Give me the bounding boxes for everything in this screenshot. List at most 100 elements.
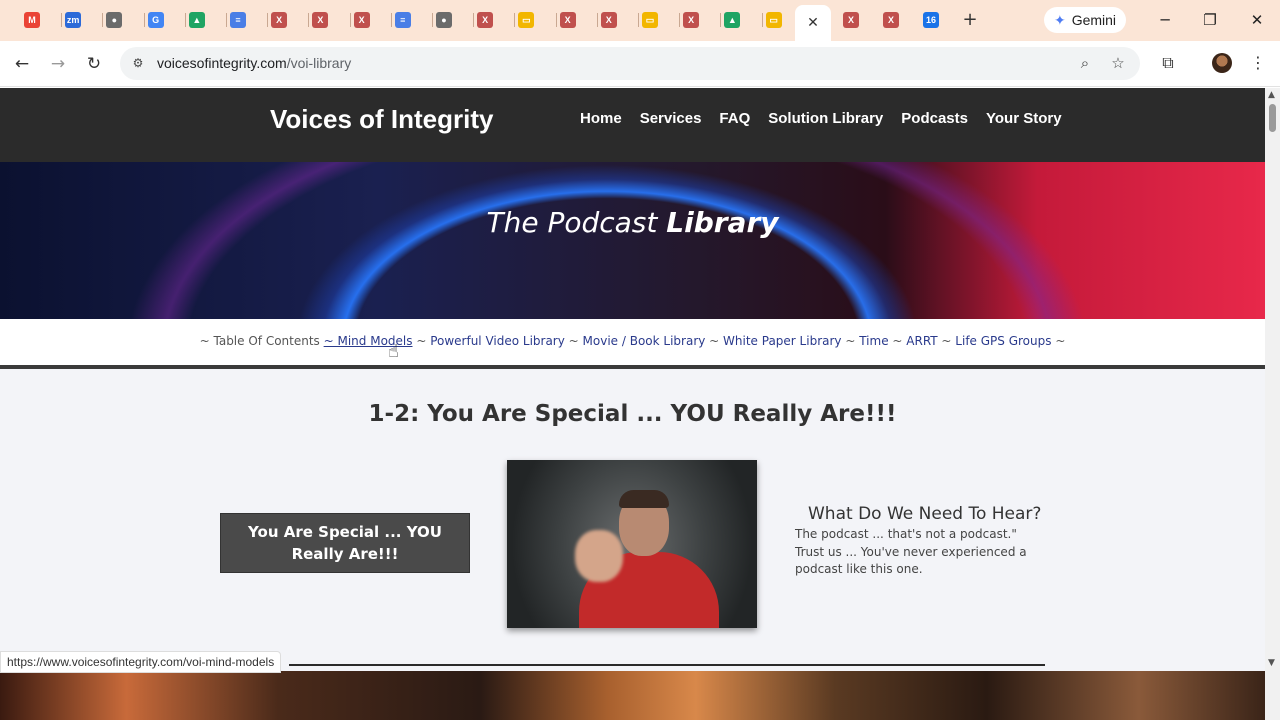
nav-link-solution-library[interactable]: Solution Library	[768, 110, 883, 127]
profile-avatar[interactable]	[1212, 53, 1232, 73]
browser-tab[interactable]: 16	[920, 8, 942, 32]
gemini-button[interactable]: ✦ Gemini	[1044, 7, 1126, 33]
tab-strip: Mzm ● G ▲ ≡ X X X ≡ ● X ▭ X X ▭ X ▲ ▭ ✕ X X 16 + ✦ Gemini ─…	[0, 0, 1280, 41]
browser-tab[interactable]: ▭	[763, 8, 785, 32]
address-bar[interactable]: ⚙ voicesofintegrity.com/voi-library ⌕ ☆	[120, 47, 1140, 80]
tab-separator	[308, 13, 310, 27]
url-text[interactable]: voicesofintegrity.com/voi-library	[157, 55, 351, 71]
toc-link[interactable]: Powerful Video Library	[430, 334, 565, 348]
site-settings-icon[interactable]: ⚙	[130, 55, 146, 71]
table-of-contents: ~ Table Of Contents ~ Mind Models ~ Powe…	[199, 334, 1066, 348]
toc-link[interactable]: Time	[859, 334, 888, 348]
xmind-icon: X	[600, 12, 617, 28]
xmind-icon: X	[353, 12, 370, 28]
browser-tab[interactable]: G	[145, 8, 167, 32]
docs-icon: ≡	[394, 12, 411, 28]
scroll-up-icon[interactable]: ▲	[1268, 90, 1275, 100]
nav-link-faq[interactable]: FAQ	[719, 110, 750, 127]
google-icon: G	[147, 12, 164, 28]
forward-button[interactable]: →	[46, 52, 70, 76]
xmind-icon: X	[843, 12, 859, 28]
browser-tab[interactable]: X	[309, 8, 331, 32]
site-logo[interactable]: Voices of Integrity	[270, 104, 493, 135]
browser-tab[interactable]: X	[880, 8, 902, 32]
tab-separator	[638, 13, 639, 27]
episode-button[interactable]: You Are Special ... YOU Really Are!!!	[220, 513, 470, 573]
browser-tab[interactable]: X	[680, 8, 702, 32]
toc-suffix: ~	[1051, 334, 1066, 348]
side-description: The podcast ... that's not a podcast." T…	[795, 527, 1027, 576]
browser-tab[interactable]: X	[598, 8, 620, 32]
scrollbar-thumb[interactable]	[1269, 104, 1276, 132]
browser-tab[interactable]: ●	[103, 8, 125, 32]
browser-tab[interactable]: ≡	[227, 8, 249, 32]
nav-link-home[interactable]: Home	[580, 110, 622, 127]
new-tab-button[interactable]: +	[960, 10, 980, 30]
tab-search-icon[interactable]: ⧉	[1157, 53, 1179, 73]
episode-photo[interactable]	[507, 460, 757, 628]
scroll-down-icon[interactable]: ▼	[1268, 658, 1275, 668]
page-scrollbar[interactable]: ▲ ▼	[1265, 88, 1280, 720]
toc-link[interactable]: ~ Mind Models	[324, 334, 413, 348]
xmind-icon: X	[883, 12, 899, 28]
toc-bar: ~ Table Of Contents ~ Mind Models ~ Powe…	[0, 319, 1265, 369]
nav-link-your-story[interactable]: Your Story	[986, 110, 1062, 127]
browser-tab[interactable]: ●	[433, 8, 455, 32]
browser-tab[interactable]: ≡	[392, 8, 414, 32]
toc-link[interactable]: Life GPS Groups	[955, 334, 1051, 348]
site-header: Voices of Integrity Home Services FAQ Solut…	[0, 88, 1265, 162]
restore-button[interactable]: ❐	[1198, 10, 1222, 30]
back-button[interactable]: ←	[10, 52, 34, 76]
slides-icon: ▭	[765, 12, 782, 28]
tab-separator	[226, 13, 227, 27]
browser-tab[interactable]: ▲	[186, 8, 208, 32]
tab-separator	[514, 13, 516, 27]
tab-separator	[761, 13, 763, 27]
xmind-icon: X	[683, 12, 700, 28]
globe-icon: ●	[106, 12, 123, 28]
tab-separator	[432, 13, 433, 27]
browser-tab[interactable]: X	[474, 8, 496, 32]
link-status-bar: https://www.voicesofintegrity.com/voi-mi…	[0, 651, 282, 673]
menu-icon[interactable]: ⋮	[1247, 53, 1269, 72]
xmind-icon: X	[271, 12, 288, 28]
close-tab-icon[interactable]: ✕	[807, 15, 819, 31]
browser-tab[interactable]: zm	[62, 8, 84, 32]
zoom-icon[interactable]: ⌕	[1075, 54, 1095, 72]
toc-link[interactable]: ARRT	[906, 334, 937, 348]
nav-link-podcasts[interactable]: Podcasts	[901, 110, 968, 127]
close-window-button[interactable]: ✕	[1245, 10, 1269, 30]
tab-separator	[473, 13, 475, 27]
photo-hair	[619, 490, 669, 508]
browser-tab[interactable]: X	[268, 8, 290, 32]
zoom-icon: zm	[65, 12, 82, 28]
browser-toolbar: ← → ↻ ⚙ voicesofintegrity.com/voi-librar…	[0, 41, 1280, 87]
nav-link-services[interactable]: Services	[640, 110, 702, 127]
tab-separator	[596, 13, 598, 27]
tab-separator	[143, 13, 145, 27]
active-tab[interactable]: ✕	[795, 5, 831, 41]
minimize-button[interactable]: ─	[1153, 10, 1177, 30]
browser-tab[interactable]: M	[21, 8, 43, 32]
browser-tab[interactable]: X	[557, 8, 579, 32]
browser-tab[interactable]: ▭	[515, 8, 537, 32]
browser-tab[interactable]: ▭	[639, 8, 661, 32]
url-path: /voi-library	[286, 55, 352, 71]
hero-title: The Podcast Library	[0, 206, 1265, 239]
browser-tab[interactable]: X	[351, 8, 373, 32]
drive-icon: ▲	[724, 12, 741, 28]
toc-link[interactable]: Movie / Book Library	[583, 334, 706, 348]
browser-tab[interactable]: ▲	[721, 8, 743, 32]
reload-button[interactable]: ↻	[82, 52, 106, 76]
browser-tab[interactable]: X	[840, 8, 862, 32]
toc-link[interactable]: White Paper Library	[723, 334, 841, 348]
tab-separator	[390, 13, 392, 27]
hero-title-italic: The Podcast	[486, 206, 667, 239]
bookmark-star-icon[interactable]: ☆	[1108, 54, 1128, 72]
gemini-icon: ✦	[1053, 11, 1066, 28]
calendar-icon: 16	[923, 12, 939, 28]
url-host: voicesofintegrity.com	[157, 55, 287, 71]
hand-cursor-icon: ☝	[388, 341, 399, 362]
drive-icon: ▲	[188, 12, 205, 28]
tab-separator	[349, 13, 351, 27]
